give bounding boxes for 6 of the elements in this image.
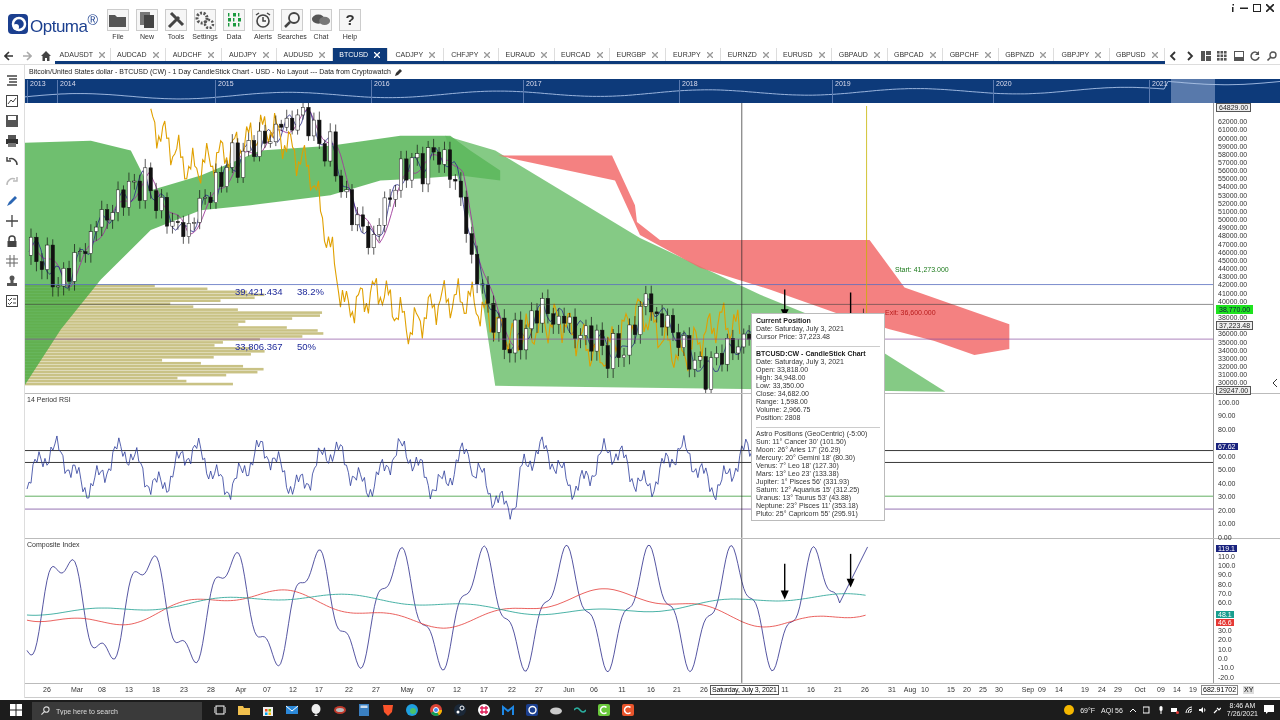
app-logo: Optuma$^{®}$ — [30, 11, 98, 37]
percent-label: 50% — [297, 340, 316, 352]
price-level-label: 33,806.367 — [235, 340, 283, 352]
help-icon: ? — [345, 12, 355, 27]
price-level-label: 39,421.434 — [235, 285, 283, 297]
percent-label: 38.2% — [297, 285, 324, 297]
